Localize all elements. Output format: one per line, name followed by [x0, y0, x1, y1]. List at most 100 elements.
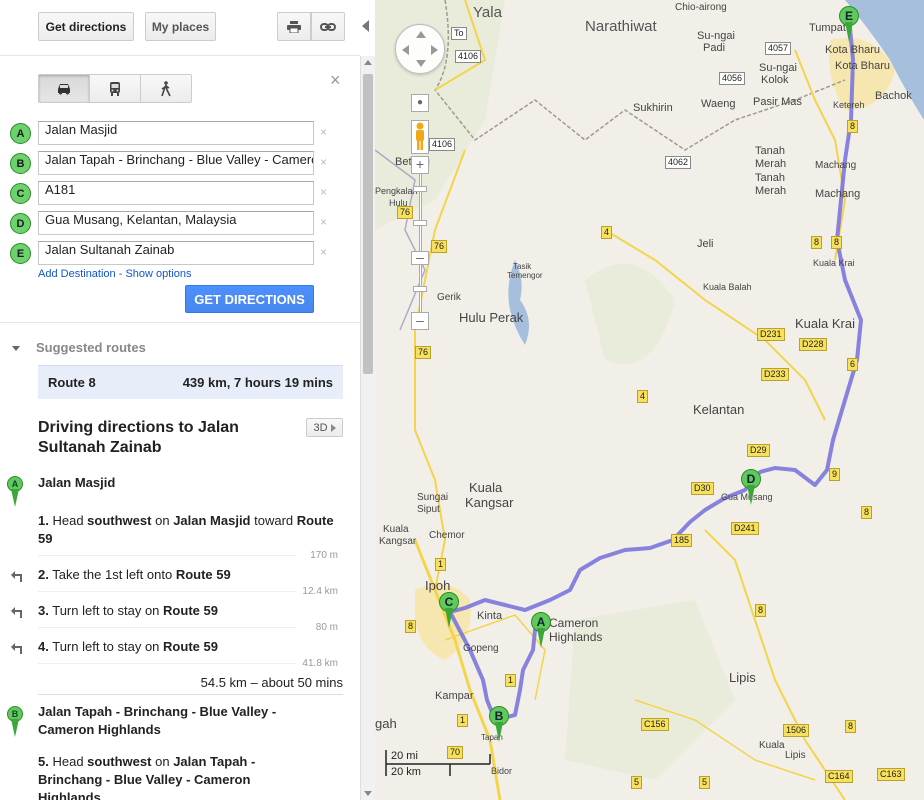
direction-options: Add Destination - Show options [38, 268, 192, 280]
map-label: Chio-airong [675, 2, 727, 13]
road-shield: 76 [431, 240, 448, 253]
road-shield: 185 [671, 534, 693, 547]
waypoint-pin-b: B [7, 706, 23, 738]
pan-control[interactable] [395, 24, 445, 74]
collapse-panel-button[interactable] [360, 0, 375, 56]
map-label: Ketereh [833, 100, 865, 110]
link-button[interactable] [311, 12, 345, 41]
waypoint-input-a[interactable]: Jalan Masjid [38, 121, 314, 145]
get-directions-tab-button[interactable]: Get directions [38, 12, 134, 41]
pan-down-icon[interactable] [416, 60, 426, 67]
zoom-step[interactable] [413, 186, 427, 192]
waypoint-b-title[interactable]: Jalan Tapah - Brinchang - Blue Valley - … [38, 703, 308, 739]
road-shield: 8 [755, 604, 767, 617]
remove-waypoint-a[interactable]: × [320, 125, 327, 139]
waypoint-input-c[interactable]: A181 [38, 181, 314, 205]
view-3d-label: 3D [313, 421, 328, 434]
pan-left-icon[interactable] [402, 45, 409, 55]
waypoint-marker-c[interactable]: C [10, 183, 31, 204]
map-label: Kinta [477, 610, 503, 622]
options-separator: - [118, 268, 123, 280]
get-directions-button[interactable]: GET DIRECTIONS [185, 285, 314, 313]
scroll-up-icon[interactable] [364, 60, 372, 65]
scrollbar-thumb[interactable] [363, 74, 373, 374]
road-shield: 6 [847, 358, 859, 371]
road-shield: 8 [861, 506, 873, 519]
show-options-link[interactable]: Show options [125, 268, 191, 280]
direction-step-2[interactable]: 2. Take the 1st left onto Route 59 [38, 566, 338, 584]
waypoint-marker-b[interactable]: B [10, 153, 31, 174]
map-label: Hulu Perak [459, 310, 524, 325]
mode-walking[interactable] [141, 75, 191, 102]
road-shield: C156 [641, 718, 669, 731]
map-label: Gopeng [463, 643, 499, 654]
my-location-button[interactable]: ● [411, 94, 429, 112]
direction-step-4[interactable]: 4. Turn left to stay on Route 59 [38, 638, 338, 656]
my-places-button[interactable]: My places [145, 12, 216, 41]
zoom-out-button[interactable]: – [411, 312, 429, 330]
play-icon [330, 423, 336, 432]
map-canvas[interactable]: Yala Narathiwat Chio-airong Tumpat Kota … [375, 0, 924, 800]
scroll-down-icon[interactable] [364, 791, 372, 796]
road-shield: D228 [799, 338, 827, 351]
direction-step-5[interactable]: 5. Head southwest on Jalan Tapah - Brinc… [38, 753, 288, 800]
zoom-in-button[interactable]: + [411, 156, 429, 174]
travel-mode-selector [38, 74, 192, 103]
road-shield: 4062 [665, 156, 692, 169]
link-icon [320, 22, 336, 31]
road-shield: 1 [457, 714, 469, 727]
panel-scrollbar[interactable] [360, 56, 375, 800]
map-pin-e[interactable]: E [839, 6, 859, 42]
close-directions-button[interactable]: × [330, 70, 341, 91]
map-label: Kuala [759, 740, 785, 751]
remove-waypoint-e[interactable]: × [320, 245, 327, 259]
road-shield: C163 [877, 768, 905, 781]
suggested-routes-toggle[interactable]: Suggested routes [12, 340, 146, 355]
waypoint-input-e[interactable]: Jalan Sultanah Zainab [38, 241, 314, 265]
waypoint-marker-d[interactable]: D [10, 213, 31, 234]
map-label: Sukhirin [633, 102, 673, 114]
road-shield: To [451, 27, 467, 40]
direction-step-3[interactable]: 3. Turn left to stay on Route 59 [38, 602, 338, 620]
scale-miles: 20 mi [391, 750, 418, 762]
waypoint-marker-a[interactable]: A [10, 123, 31, 144]
zoom-slider-handle[interactable]: – [411, 250, 429, 265]
map-label: Kelantan [693, 402, 745, 417]
map-base [375, 0, 924, 800]
remove-waypoint-b[interactable]: × [320, 155, 327, 169]
caret-down-icon [12, 346, 20, 352]
direction-step-1[interactable]: 1. Head southwest on Jalan Masjid toward… [38, 512, 338, 548]
remove-waypoint-c[interactable]: × [320, 185, 327, 199]
waypoint-pin-a: A [7, 476, 23, 508]
map-label: Pengkalan [375, 186, 418, 196]
street-view-pegman[interactable] [411, 120, 429, 154]
map-label: Tanah [755, 145, 785, 157]
pan-up-icon[interactable] [416, 31, 426, 38]
mode-driving[interactable] [39, 75, 90, 102]
map-pin-b[interactable]: B [489, 706, 509, 742]
road-shield: 9 [829, 468, 841, 481]
waypoint-row-a: A Jalan Masjid × [10, 121, 340, 147]
print-button[interactable] [277, 12, 311, 41]
waypoint-input-b[interactable]: Jalan Tapah - Brinchang - Blue Valley - … [38, 151, 314, 175]
waypoint-marker-e[interactable]: E [10, 243, 31, 264]
pan-right-icon[interactable] [431, 45, 438, 55]
map-pin-a[interactable]: A [531, 612, 551, 648]
waypoint-a-title[interactable]: Jalan Masjid [38, 474, 328, 492]
add-destination-link[interactable]: Add Destination [38, 268, 116, 280]
map-label: Machang [815, 160, 857, 171]
waypoint-input-d[interactable]: Gua Musang, Kelantan, Malaysia [38, 211, 314, 235]
zoom-step[interactable] [413, 286, 427, 292]
road-shield: 4106 [455, 50, 482, 63]
waypoint-row-c: C A181 × [10, 181, 340, 207]
view-3d-button[interactable]: 3D [306, 418, 343, 437]
remove-waypoint-d[interactable]: × [320, 215, 327, 229]
map-pin-d[interactable]: D [741, 469, 761, 505]
step-4-distance: 41.8 km [302, 658, 338, 669]
mode-transit[interactable] [90, 75, 141, 102]
map-pin-c[interactable]: C [439, 592, 459, 628]
map-label: Kota Bharu [835, 60, 891, 72]
step-divider [38, 555, 296, 556]
zoom-step[interactable] [413, 220, 427, 226]
route-option[interactable]: Route 8 439 km, 7 hours 19 mins [38, 365, 343, 399]
